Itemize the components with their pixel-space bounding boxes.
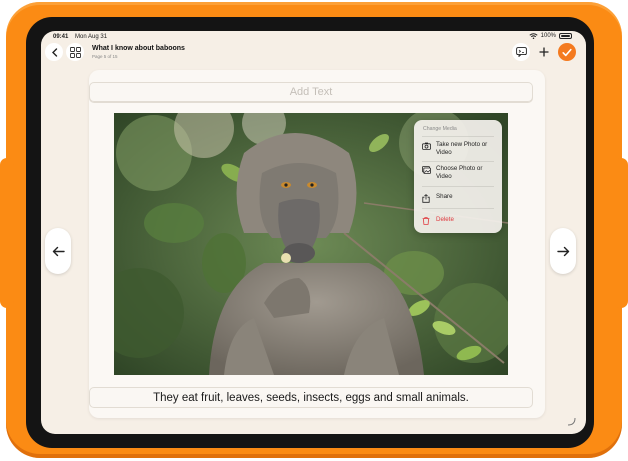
title-text-field[interactable]: Add Text [89,82,533,102]
menu-item-choose-photo[interactable]: Choose Photo or Video [414,165,502,180]
menu-divider [422,186,494,187]
menu-header: Change Media [423,126,457,132]
next-page-button[interactable] [550,228,576,274]
status-bar: 09:41 Mon Aug 31 100% [41,31,586,43]
case-left-grip [0,158,14,308]
resize-handle-icon[interactable] [566,416,576,426]
screen: 09:41 Mon Aug 31 100% What I know about … [41,31,586,434]
menu-item-label: Delete [436,216,454,223]
back-button[interactable] [45,43,63,61]
status-date: Mon Aug 31 [75,34,108,40]
add-page-button[interactable] [535,43,553,61]
preview-button[interactable] [512,43,530,61]
share-icon [421,193,431,203]
menu-item-delete[interactable]: Delete [414,216,502,226]
menu-item-share[interactable]: Share [414,193,502,203]
page-indicator: Page 5 of 15 [92,54,118,59]
chevron-left-icon [51,47,57,57]
menu-item-take-photo[interactable]: Take new Photo or Video [414,141,502,156]
document-title: What I know about baboons [92,45,185,52]
status-right: 100% [529,33,572,39]
change-media-menu: Change Media Take new Photo or Video Cho… [414,120,502,233]
plus-icon [539,47,549,57]
camera-icon [421,141,431,151]
grid-icon [69,46,81,58]
checkmark-icon [562,48,572,56]
add-text-placeholder: Add Text [289,86,333,98]
menu-divider [422,136,494,137]
arrow-left-icon [52,246,65,256]
trash-icon [421,216,431,226]
menu-divider [422,161,494,162]
photo-library-icon [421,165,431,175]
case-right-grip [614,158,628,308]
battery-icon [559,33,572,39]
menu-divider [422,208,494,209]
menu-item-label: Choose Photo or Video [436,165,483,180]
speech-bubble-icon [515,47,527,57]
battery-percentage: 100% [540,33,556,39]
previous-page-button[interactable] [45,228,71,274]
status-time: 09:41 [53,34,69,40]
done-button[interactable] [558,43,576,61]
menu-item-label: Share [436,193,453,200]
caption-text: They eat fruit, leaves, seeds, insects, … [153,391,469,404]
wifi-icon [529,33,538,39]
caption-text-field[interactable]: They eat fruit, leaves, seeds, insects, … [89,387,533,408]
document-toolbar: What I know about baboons Page 5 of 15 [41,43,586,67]
menu-item-label: Take new Photo or Video [436,141,488,156]
page-grid-button[interactable] [66,43,84,61]
arrow-right-icon [556,246,569,256]
